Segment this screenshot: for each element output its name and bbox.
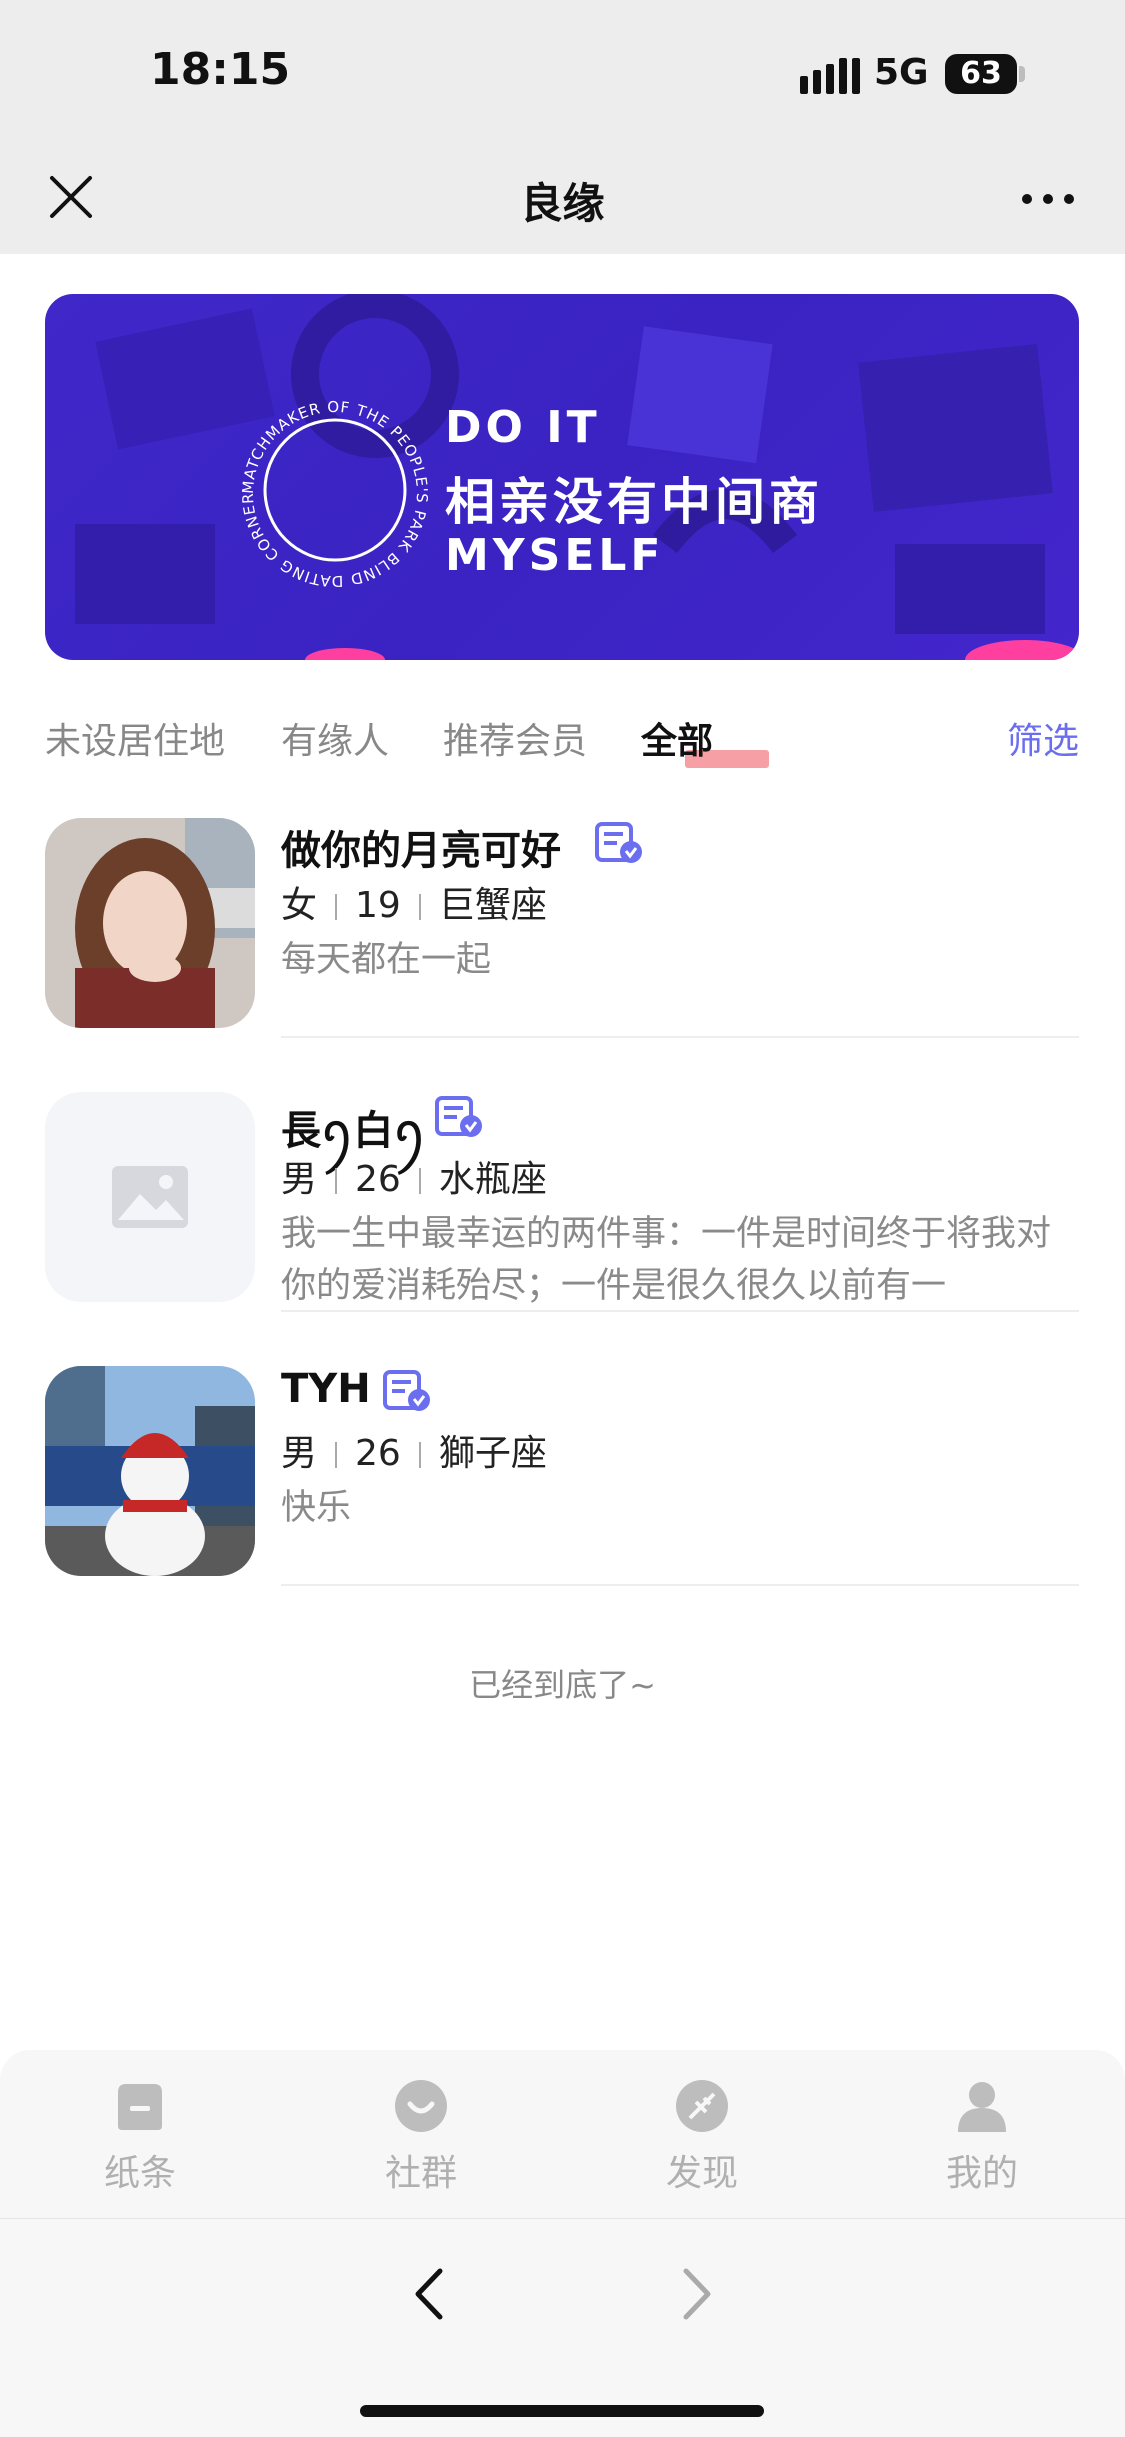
profile-list-item[interactable]: 長ꪆ白ꪆ 男 26 水瓶座 我一生中最幸运的两件事：一件是时间终于将我对你的爱消耗殆… [45,1092,1079,1362]
profile-bio: 每天都在一起 [281,940,492,980]
community-icon [395,2080,447,2132]
status-time: 18:15 [150,44,291,95]
browser-toolbar [0,2218,1125,2437]
profile-gender: 男 [281,1159,318,1200]
discover-icon [676,2080,728,2132]
verified-icon [595,822,642,863]
avatar[interactable] [45,818,255,1028]
promo-banner[interactable]: MATCHMAKER OF THE PEOPLE'S PARK BLIND DA… [45,294,1079,660]
bottom-tab-bar: 纸条 社群 发现 我的 [0,2050,1125,2218]
battery-tip [1019,66,1025,82]
profile-age: 19 [355,885,401,926]
avatar-placeholder[interactable] [45,1092,255,1302]
tab-all[interactable]: 全部 [641,712,713,764]
profile-name: TYH [281,1366,371,1412]
image-placeholder-icon [112,1166,188,1228]
profile-bio: 我一生中最幸运的两件事：一件是时间终于将我对你的爱消耗殆尽；一件是很久很久以前有… [281,1214,1052,1306]
profile-meta: 男 26 水瓶座 [281,1150,547,1202]
tab-label: 发现 [665,2153,738,2194]
tab-me[interactable]: 我的 [912,2078,1052,2196]
tab-label: 纸条 [103,2153,176,2194]
forward-arrow-icon[interactable] [676,2267,716,2321]
profile-zodiac: 獅子座 [438,1433,547,1474]
profile-gender: 男 [281,1433,318,1474]
more-dots-icon[interactable] [1020,192,1076,206]
verified-icon [435,1096,482,1137]
svg-text:MATCHMAKER OF THE PEOPLE'S PAR: MATCHMAKER OF THE PEOPLE'S PARK BLIND DA… [235,394,431,590]
tab-no-location[interactable]: 未设居住地 [45,712,225,764]
profile-bio: 快乐 [281,1488,352,1528]
back-arrow-icon[interactable] [410,2267,450,2321]
circle-logo: MATCHMAKER OF THE PEOPLE'S PARK BLIND DA… [235,394,431,590]
filter-button[interactable]: 筛选 [1007,712,1079,764]
tab-discover[interactable]: 发现 [632,2078,772,2196]
end-of-list-note: 已经到底了~ [469,1666,656,1704]
profile-meta: 女 19 巨蟹座 [281,876,547,928]
network-label: 5G [874,52,929,93]
profile-list-item[interactable]: TYH 男 26 獅子座 快乐 [45,1366,1079,1636]
page-title: 良缘 [520,179,605,228]
profile-age: 26 [355,1433,401,1474]
divider [281,1036,1079,1038]
battery-icon: 63 [945,54,1017,94]
avatar[interactable] [45,1366,255,1576]
profile-name: 做你的月亮可好 [281,828,561,874]
category-tabs: 未设居住地 有缘人 推荐会员 全部 筛选 [45,712,1079,772]
profile-icon [958,2082,1006,2132]
signal-icon [800,58,860,94]
profile-list-item[interactable]: 做你的月亮可好 女 19 巨蟹座 每天都在一起 [45,818,1079,1088]
circle-text: MATCHMAKER OF THE PEOPLE'S PARK BLIND DA… [235,394,430,590]
home-indicator [360,2405,764,2417]
banner-line-2: 相亲没有中间商 [445,473,823,531]
nav-bar: 良缘 [0,140,1125,254]
verified-icon [383,1370,430,1411]
banner-line-1: DO IT [445,402,601,453]
divider [281,1584,1079,1586]
tab-community[interactable]: 社群 [351,2078,491,2196]
tab-label: 我的 [945,2153,1018,2194]
tab-label: 社群 [384,2153,457,2194]
note-icon [118,2084,162,2130]
tab-recommended[interactable]: 推荐会员 [443,712,587,764]
divider [281,1310,1079,1312]
profile-age: 26 [355,1159,401,1200]
profile-zodiac: 巨蟹座 [438,885,547,926]
banner-line-3: MYSELF [445,530,665,581]
status-bar: 18:15 5G 63 [0,0,1125,140]
profile-meta: 男 26 獅子座 [281,1424,547,1476]
profile-gender: 女 [281,885,318,926]
tab-destined[interactable]: 有缘人 [281,712,389,764]
profile-zodiac: 水瓶座 [438,1159,547,1200]
tab-note[interactable]: 纸条 [70,2078,210,2196]
